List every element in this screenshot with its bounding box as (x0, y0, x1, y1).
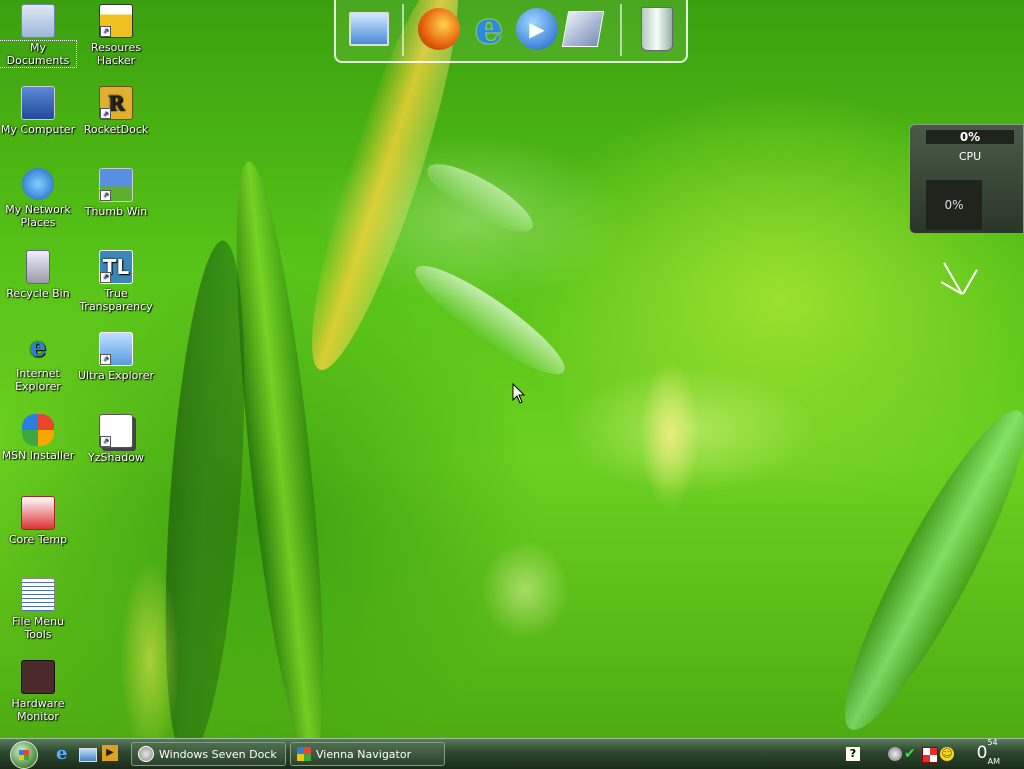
clock-ampm: AM (987, 757, 1000, 767)
internet-explorer-icon: e (56, 743, 68, 764)
dock-item-my-computer[interactable] (346, 6, 392, 52)
recycle-bin-icon (641, 7, 673, 51)
help-tray-icon[interactable]: ? (846, 747, 860, 761)
clock-gadget[interactable] (936, 256, 980, 300)
internet-explorer-icon: e (475, 3, 503, 54)
firefox-icon (418, 8, 460, 50)
clock-hand-icon (962, 269, 978, 295)
cpu-label: CPU (958, 150, 982, 163)
desktop-icon-resoures-hacker[interactable]: ↗ Resoures Hacker (78, 4, 154, 67)
dock-item-internet-explorer[interactable]: e (466, 6, 512, 52)
transparency-icon: TL ↗ (99, 250, 133, 284)
desktop-icon-my-network-places[interactable]: My Network Places (0, 168, 76, 229)
task-vienna-navigator[interactable]: Vienna Navigator (290, 742, 445, 766)
desktop-icon-recycle-bin[interactable]: Recycle Bin (0, 250, 76, 300)
monitor-icon (349, 12, 389, 46)
dock-separator (402, 4, 404, 56)
show-desktop-icon (79, 748, 97, 762)
desktop-icon-thumb-win[interactable]: ↗ Thumb Win (78, 168, 154, 218)
desktop-icon-internet-explorer[interactable]: e Internet Explorer (0, 332, 76, 394)
clock-hour: 0 (976, 743, 988, 763)
dock-separator (620, 4, 622, 56)
hardware-chip-icon (21, 660, 55, 694)
quicklaunch-show-desktop[interactable] (79, 745, 97, 763)
dock-item-recycle-bin[interactable] (634, 6, 680, 52)
taskbar-clock[interactable]: 054 AM (976, 738, 1010, 767)
msn-butterfly-icon (22, 414, 54, 446)
network-globe-icon (22, 168, 54, 200)
dock-item-control-panel[interactable] (560, 6, 606, 52)
shadow-window-icon: ↗ (99, 414, 133, 448)
thermometer-icon (21, 496, 55, 530)
desktop-icon-ultra-explorer[interactable]: ↗ Ultra Explorer (78, 332, 154, 382)
windows-flag-icon (297, 747, 311, 761)
desktop-icon-rocketdock[interactable]: R ↗ RocketDock (78, 86, 154, 136)
media-player-icon: ▶ (516, 8, 558, 50)
desktop-icon-my-computer[interactable]: My Computer (0, 86, 76, 136)
task-label: Vienna Navigator (316, 747, 412, 761)
dock-item-media-player[interactable]: ▶ (514, 6, 560, 52)
cpu-secondary-value: 0% (926, 180, 982, 230)
thumbnail-window-icon: ↗ (99, 168, 133, 202)
clock-minute: 54 (987, 738, 998, 748)
desktop-icon-file-menu-tools[interactable]: File Menu Tools (0, 578, 76, 641)
rocketdock-icon: R ↗ (99, 86, 133, 120)
quicklaunch-media-player[interactable]: ▶ (102, 745, 120, 763)
desktop-icon-yzshadow[interactable]: ↗ YzShadow (78, 414, 154, 464)
cpu-meter-gadget[interactable]: 0% CPU 0% (909, 124, 1024, 234)
security-tray-icon[interactable] (922, 747, 938, 763)
desktop-icon-true-transparency[interactable]: TL ↗ True Transparency (78, 250, 154, 313)
desktop-icon-hardware-monitor[interactable]: Hardware Monitor (0, 660, 76, 723)
start-button[interactable] (10, 741, 38, 769)
desktop-icon-core-temp[interactable]: Core Temp (0, 496, 76, 546)
mouse-cursor-icon (512, 383, 526, 404)
smiley-tray-icon[interactable]: ☺ (940, 747, 954, 761)
dock-app-icon (138, 746, 154, 762)
desktop-icon-msn-installer[interactable]: MSN Installer (0, 414, 76, 462)
taskbar: e ▶ Windows Seven Dock Vienna Navigator … (0, 738, 1024, 769)
rocketdock-bar: e ▶ (334, 0, 688, 63)
media-player-icon: ▶ (102, 745, 118, 761)
task-windows-seven-dock[interactable]: Windows Seven Dock (131, 742, 286, 766)
task-label: Windows Seven Dock (159, 747, 277, 761)
internet-explorer-icon: e (29, 332, 47, 363)
document-list-icon (21, 578, 55, 612)
desktop-icon-my-documents[interactable]: My Documents (0, 4, 77, 68)
settings-tray-icon[interactable] (888, 747, 902, 761)
windows-logo-icon (19, 750, 29, 760)
computer-icon (21, 86, 55, 120)
control-panel-icon (561, 11, 605, 47)
resource-hacker-icon: ↗ (99, 4, 133, 38)
check-tray-icon[interactable]: ✔ (904, 747, 918, 761)
quicklaunch-internet-explorer[interactable]: e (56, 745, 74, 763)
recycle-bin-icon (26, 250, 50, 284)
cpu-usage-value: 0% (926, 130, 1014, 144)
explorer-computer-icon: ↗ (99, 332, 133, 366)
folder-icon (21, 4, 55, 38)
dock-item-firefox[interactable] (416, 6, 462, 52)
